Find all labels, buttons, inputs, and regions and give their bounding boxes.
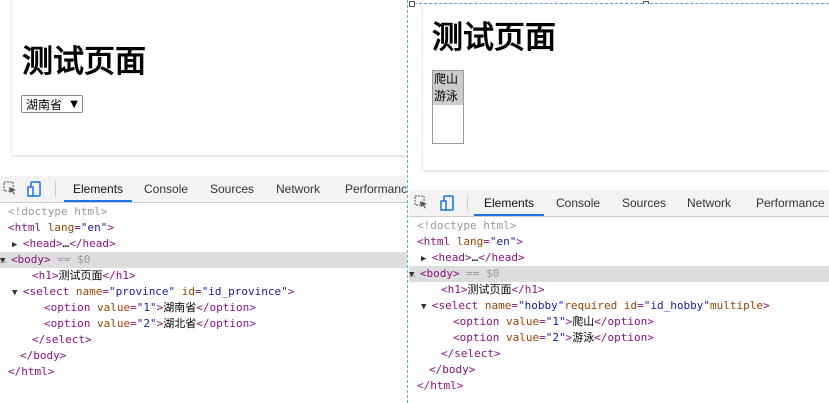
- dom-tree-node[interactable]: … ▼ <body> == $0: [409, 266, 829, 282]
- node-markup: <!doctype html>: [8, 205, 108, 218]
- node-markup: </body>: [20, 349, 67, 362]
- devtools-toolbar: Elements Console Sources Network Perform…: [0, 176, 407, 203]
- node-markup: <html lang="en">: [417, 235, 523, 248]
- dom-tree-node[interactable]: </body>: [409, 362, 829, 378]
- inspect-element-icon[interactable]: [3, 181, 17, 195]
- node-markup: <h1>测试页面</h1>: [32, 269, 136, 282]
- node-markup: <html lang="en">: [8, 221, 114, 234]
- node-markup: </html>: [417, 379, 464, 392]
- option-item[interactable]: 爬山: [433, 71, 463, 88]
- resize-handle[interactable]: [409, 1, 415, 7]
- elements-tree: <!doctype html> <html lang="en"> ▶ <head>……: [0, 204, 407, 380]
- toolbar-divider: [467, 195, 468, 211]
- page-heading: 测试页面: [432, 20, 556, 56]
- node-markup: <option value="2">游泳</option>: [453, 331, 654, 344]
- dom-tree-node[interactable]: <h1>测试页面</h1>: [409, 282, 829, 298]
- tab-sources[interactable]: Sources: [210, 176, 254, 202]
- node-markup: <body>: [10, 253, 51, 266]
- dom-tree-node[interactable]: ▶ <head>…</head>: [409, 250, 829, 266]
- left-panel: 测试页面 湖南省 ▼ Elements Console Sources Netw…: [0, 0, 407, 403]
- node-markup: </html>: [8, 365, 55, 378]
- dom-tree-node[interactable]: <option value="1">爬山</option>: [409, 314, 829, 330]
- expand-triangle-icon[interactable]: ▼: [12, 288, 23, 298]
- dom-tree-node[interactable]: ▶ <head>…</head>: [0, 236, 407, 252]
- node-markup: <select name="hobby"required id="id_hobb…: [431, 299, 770, 312]
- tab-performance[interactable]: Performance: [345, 176, 407, 202]
- page-viewport: 测试页面 爬山 游泳: [423, 4, 829, 170]
- dom-tree-node[interactable]: <html lang="en">: [409, 234, 829, 250]
- elements-tree: <!doctype html> <html lang="en"> ▶ <head>……: [409, 218, 829, 394]
- node-markup: </select>: [32, 333, 92, 346]
- device-toolbar-icon[interactable]: [27, 181, 41, 197]
- dom-tree-node[interactable]: <option value="1">湖南省</option>: [0, 300, 407, 316]
- node-ellipsis: …: [409, 267, 416, 280]
- tab-network[interactable]: Network: [687, 190, 731, 216]
- hobby-multiselect[interactable]: 爬山 游泳: [432, 70, 464, 144]
- dom-tree-node[interactable]: <!doctype html>: [0, 204, 407, 220]
- dom-tree-node[interactable]: <h1>测试页面</h1>: [0, 268, 407, 284]
- dom-tree-node[interactable]: <html lang="en">: [0, 220, 407, 236]
- tab-performance[interactable]: Performance: [756, 190, 825, 216]
- dom-tree-node[interactable]: </html>: [0, 364, 407, 380]
- tab-network[interactable]: Network: [276, 176, 320, 202]
- dom-tree-node[interactable]: <!doctype html>: [409, 218, 829, 234]
- node-markup: <option value="2">湖北省</option>: [44, 317, 256, 330]
- option-item[interactable]: 游泳: [433, 88, 463, 105]
- dom-tree-node[interactable]: ▼ <select name="province" id="id_provinc…: [0, 284, 407, 300]
- inspect-element-icon[interactable]: [414, 195, 428, 209]
- dom-tree-node[interactable]: ▼ <select name="hobby"required id="id_ho…: [409, 298, 829, 314]
- node-markup: <!doctype html>: [417, 219, 517, 232]
- selected-node-marker: == $0: [50, 253, 91, 266]
- node-markup: <select name="province" id="id_province"…: [22, 285, 295, 298]
- devtools-toolbar: Elements Console Sources Network Perform…: [409, 190, 829, 217]
- tab-console[interactable]: Console: [144, 176, 188, 202]
- toolbar-divider: [55, 181, 56, 197]
- collapse-triangle-icon[interactable]: ▶: [12, 240, 23, 250]
- node-markup: <head>…</head>: [431, 251, 525, 264]
- node-markup: <body>: [419, 267, 460, 280]
- page-heading: 测试页面: [22, 44, 146, 80]
- collapse-triangle-icon[interactable]: ▶: [421, 254, 432, 264]
- dom-tree-node[interactable]: <option value="2">游泳</option>: [409, 330, 829, 346]
- tab-elements[interactable]: Elements: [474, 190, 545, 216]
- chevron-down-icon: ▼: [70, 99, 78, 110]
- right-panel: 测试页面 爬山 游泳 Elements Console Sources Netw…: [409, 0, 829, 403]
- dom-tree-node[interactable]: </html>: [409, 378, 829, 394]
- node-ellipsis: …: [0, 253, 7, 266]
- dom-tree-node[interactable]: … ▼ <body> == $0: [0, 252, 407, 268]
- dom-tree-node[interactable]: </select>: [0, 332, 407, 348]
- selected-node-marker: == $0: [459, 267, 500, 280]
- dom-tree-node[interactable]: </body>: [0, 348, 407, 364]
- province-select[interactable]: 湖南省 ▼: [21, 95, 83, 113]
- tab-sources[interactable]: Sources: [622, 190, 666, 216]
- node-markup: <option value="1">爬山</option>: [453, 315, 654, 328]
- node-markup: <option value="1">湖南省</option>: [44, 301, 256, 314]
- node-markup: </body>: [429, 363, 476, 376]
- province-select-value: 湖南省: [26, 98, 63, 112]
- dom-tree-node[interactable]: </select>: [409, 346, 829, 362]
- dom-tree-node[interactable]: <option value="2">湖北省</option>: [0, 316, 407, 332]
- expand-triangle-icon[interactable]: ▼: [421, 302, 432, 312]
- page-viewport: 测试页面 湖南省 ▼: [12, 0, 407, 155]
- tab-console[interactable]: Console: [556, 190, 600, 216]
- node-markup: </select>: [441, 347, 501, 360]
- device-toolbar-icon[interactable]: [440, 195, 454, 211]
- node-markup: <h1>测试页面</h1>: [441, 283, 545, 296]
- node-markup: <head>…</head>: [22, 237, 116, 250]
- tab-elements[interactable]: Elements: [64, 176, 133, 202]
